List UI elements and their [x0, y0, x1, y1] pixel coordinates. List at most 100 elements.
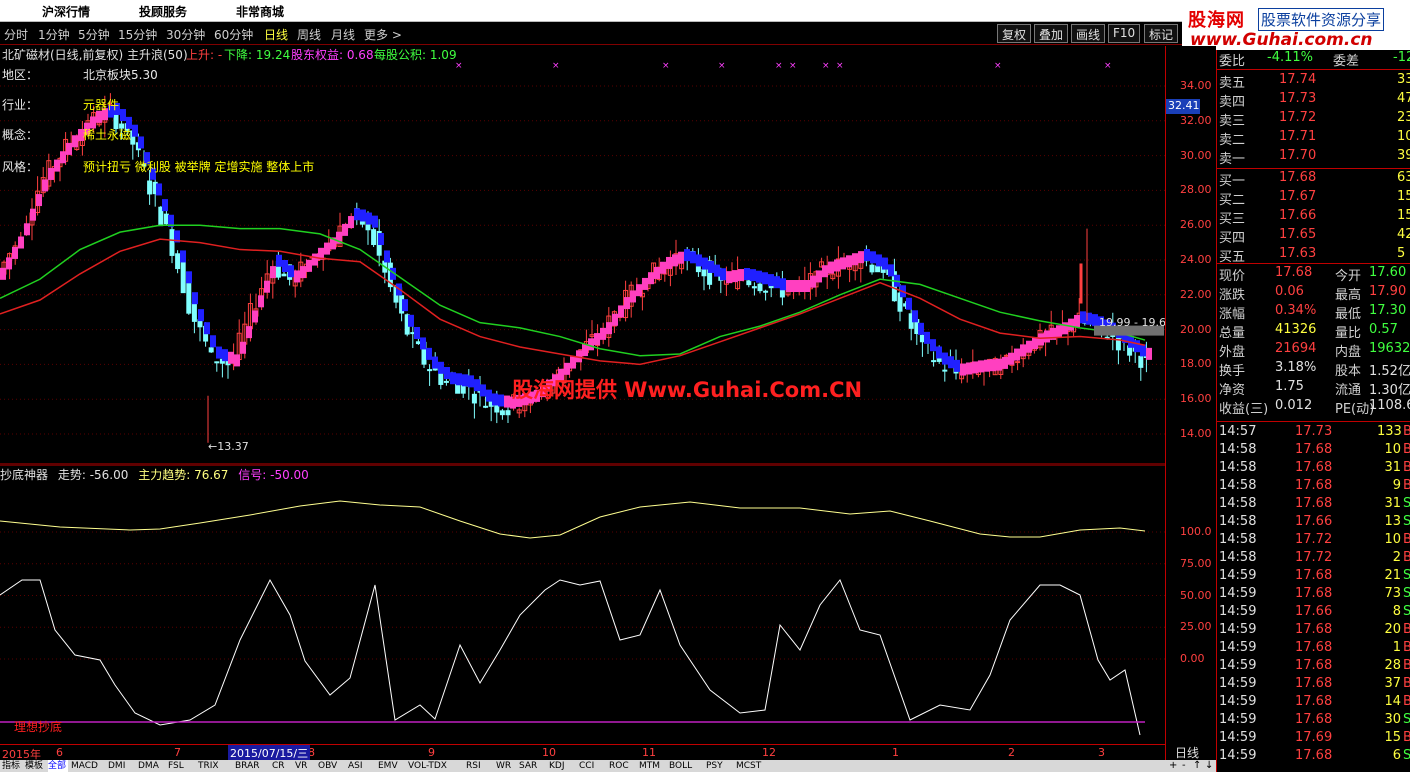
tick-side: B [1403, 460, 1410, 475]
tick-time: 14:58 [1219, 460, 1257, 475]
trend-block [954, 359, 960, 372]
tick-side: B [1403, 658, 1410, 673]
indicator-tab[interactable]: CR [272, 760, 292, 772]
quote-value: 1.30亿 [1369, 383, 1410, 398]
period-weekly[interactable]: 周线 [297, 26, 321, 43]
period-more[interactable]: 更多 > [364, 26, 402, 43]
quote-row: 收益(三) 0.012 PE(动) 1108.6 [1217, 398, 1410, 417]
trend-block [642, 277, 648, 290]
trend-block [864, 249, 870, 262]
menu-mall[interactable]: 非常商城 [236, 3, 284, 20]
indicator-tab[interactable]: RSI [466, 760, 493, 772]
kline-chart[interactable]: × × × × × × × × × × ←13.37 19.99 - 19.65 [0, 60, 1165, 465]
date-tick: 11 [642, 746, 656, 759]
tick-time: 14:59 [1219, 676, 1257, 691]
indicator-tab[interactable]: 全部 [48, 760, 68, 772]
date-tick: 9 [428, 746, 435, 759]
logo-url: www.Guhai.com.cn [1190, 30, 1373, 50]
trend-block [630, 290, 636, 303]
trend-block [192, 292, 198, 305]
period-monthly[interactable]: 月线 [331, 26, 355, 43]
menu-advisory[interactable]: 投顾服务 [139, 3, 187, 20]
trend-block [438, 361, 444, 374]
trend-block [402, 299, 408, 312]
tick-time: 14:58 [1219, 514, 1257, 529]
trend-block [444, 367, 450, 380]
trend-block [582, 344, 588, 357]
candle-body [701, 268, 707, 277]
concept-value: 稀土永磁 [83, 128, 132, 142]
tick-row: 14:59 17.66 8S [1217, 604, 1410, 623]
indicator-tab[interactable]: MTM [639, 760, 666, 772]
period-30min[interactable]: 30分钟 [166, 26, 205, 43]
trend-block [924, 331, 930, 344]
menu-market[interactable]: 沪深行情 [42, 3, 90, 20]
trend-block [162, 199, 168, 212]
mark-button[interactable]: 标记 [1144, 24, 1179, 43]
indicator-tab[interactable]: KDJ [549, 760, 576, 772]
indicator-tab[interactable]: PSY [706, 760, 733, 772]
indicator-tab[interactable]: ASI [348, 760, 375, 772]
trend-block [708, 260, 714, 273]
trend-block [36, 194, 42, 207]
period-1min[interactable]: 1分钟 [38, 26, 70, 43]
indicator-tab[interactable]: DMI [108, 760, 135, 772]
trend-block [762, 272, 768, 285]
quote-label: 最高 [1335, 288, 1362, 303]
indicator-tab[interactable]: VR [295, 760, 315, 772]
watermark-text: 股海网提供 Www.Guhai.Com.CN [512, 378, 863, 402]
trend-block [816, 270, 822, 283]
zoom-in-icon[interactable]: + [1169, 760, 1177, 772]
indicator-tab[interactable]: 模板 [25, 760, 45, 772]
ratio-label: 委比 [1219, 54, 1246, 69]
indicator-tab[interactable]: SAR [519, 760, 546, 772]
trend-block [1038, 333, 1044, 346]
price-axis-label: 28.00 [1180, 183, 1212, 197]
trend-block [780, 278, 786, 291]
draw-line-button[interactable]: 画线 [1071, 24, 1106, 43]
indicator-tab[interactable]: 指标 [2, 760, 22, 772]
period-daily[interactable]: 日线 [264, 26, 288, 43]
period-15min[interactable]: 15分钟 [118, 26, 157, 43]
trend-block [882, 257, 888, 270]
indicator-tab[interactable]: ROC [609, 760, 636, 772]
sub-indicator-chart[interactable] [0, 465, 1165, 744]
tick-row: 14:59 17.68 28B [1217, 658, 1410, 677]
indicator-tab[interactable]: VOL-TDX [408, 760, 463, 772]
tick-price: 17.73 [1295, 424, 1333, 439]
sell-level-label: 卖一 [1219, 152, 1246, 167]
arrow-up-icon[interactable]: ↑ [1193, 760, 1201, 772]
trend-block [282, 260, 288, 272]
tick-row: 14:58 17.68 31S [1217, 496, 1410, 515]
indicator-tab[interactable]: FSL [168, 760, 195, 772]
indicator-tab[interactable]: WR [496, 760, 516, 772]
indicator-tab[interactable]: MACD [71, 760, 105, 772]
overlay-button[interactable]: 叠加 [1034, 24, 1069, 43]
trend-block [636, 284, 642, 297]
indicator-tab[interactable]: DMA [138, 760, 165, 772]
arrow-down-icon[interactable]: ↓ [1205, 760, 1213, 772]
period-60min[interactable]: 60分钟 [214, 26, 253, 43]
indicator-tab[interactable]: TRIX [198, 760, 232, 772]
indicator-tab[interactable]: CCI [579, 760, 606, 772]
indicator-tab[interactable]: MCST [736, 760, 770, 772]
trend-block [1080, 311, 1086, 324]
trend-block [294, 270, 300, 283]
f10-button[interactable]: F10 [1108, 24, 1141, 43]
indicator-tab[interactable]: BRAR [235, 760, 269, 772]
period-5min[interactable]: 5分钟 [78, 26, 110, 43]
style-label: 风格： [2, 160, 39, 174]
indicator-tab[interactable]: OBV [318, 760, 345, 772]
fq-button[interactable]: 复权 [997, 24, 1032, 43]
tick-price: 17.68 [1295, 496, 1333, 511]
candle-body [163, 213, 169, 225]
tick-side: S [1403, 586, 1410, 601]
indicator-tab[interactable]: BOLL [669, 760, 703, 772]
period-timeshare[interactable]: 分时 [4, 26, 28, 43]
zoom-out-icon[interactable]: - [1182, 760, 1186, 772]
indicator-tab[interactable]: EMV [378, 760, 405, 772]
trend-block [720, 268, 726, 281]
quote-label: 量比 [1335, 326, 1362, 341]
trend-block [930, 339, 936, 352]
trend-block [978, 360, 984, 373]
